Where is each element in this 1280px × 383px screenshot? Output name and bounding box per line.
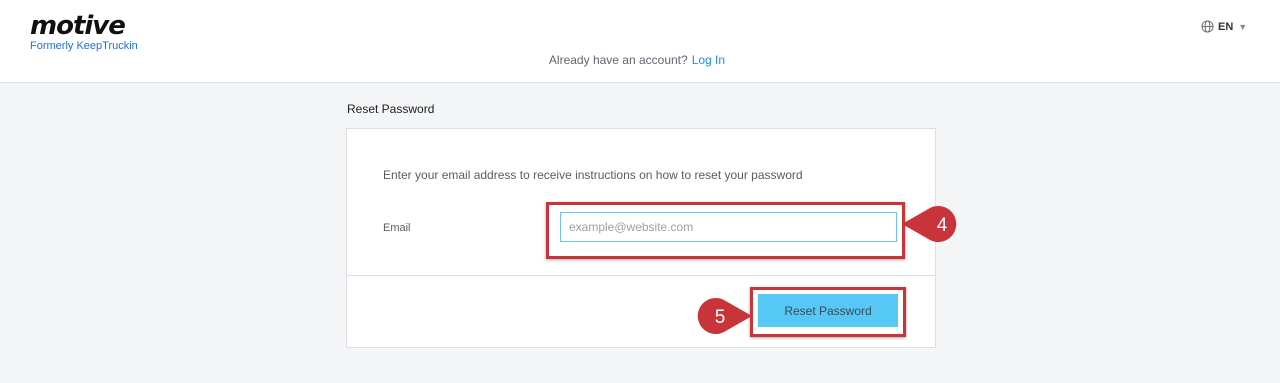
globe-icon — [1201, 20, 1214, 33]
instructions-text: Enter your email address to receive inst… — [383, 168, 803, 182]
card-divider — [347, 275, 935, 276]
motive-logo[interactable]: motive Formerly KeepTruckin — [30, 12, 138, 52]
logo-wordmark: motive — [30, 11, 126, 41]
step-4-callout: 4 — [902, 206, 957, 242]
step-5-number: 5 — [715, 307, 726, 328]
account-prompt-line: Already have an account? Log In — [0, 53, 1274, 67]
language-code: EN — [1218, 20, 1234, 33]
caret-down-icon: ▼ — [1238, 21, 1248, 32]
email-label: Email — [383, 222, 411, 234]
step-4-number: 4 — [937, 215, 948, 236]
email-highlight-box — [546, 202, 905, 259]
language-selector[interactable]: EN ▼ — [1201, 20, 1247, 33]
page-title: Reset Password — [347, 102, 435, 116]
login-link[interactable]: Log In — [692, 53, 725, 67]
account-prompt-text: Already have an account? — [548, 53, 688, 67]
top-header: motive Formerly KeepTruckin Already have… — [0, 0, 1280, 83]
logo-subtitle: Formerly KeepTruckin — [30, 40, 138, 52]
step-5-callout: 5 — [697, 298, 752, 334]
button-highlight-box — [750, 287, 906, 337]
